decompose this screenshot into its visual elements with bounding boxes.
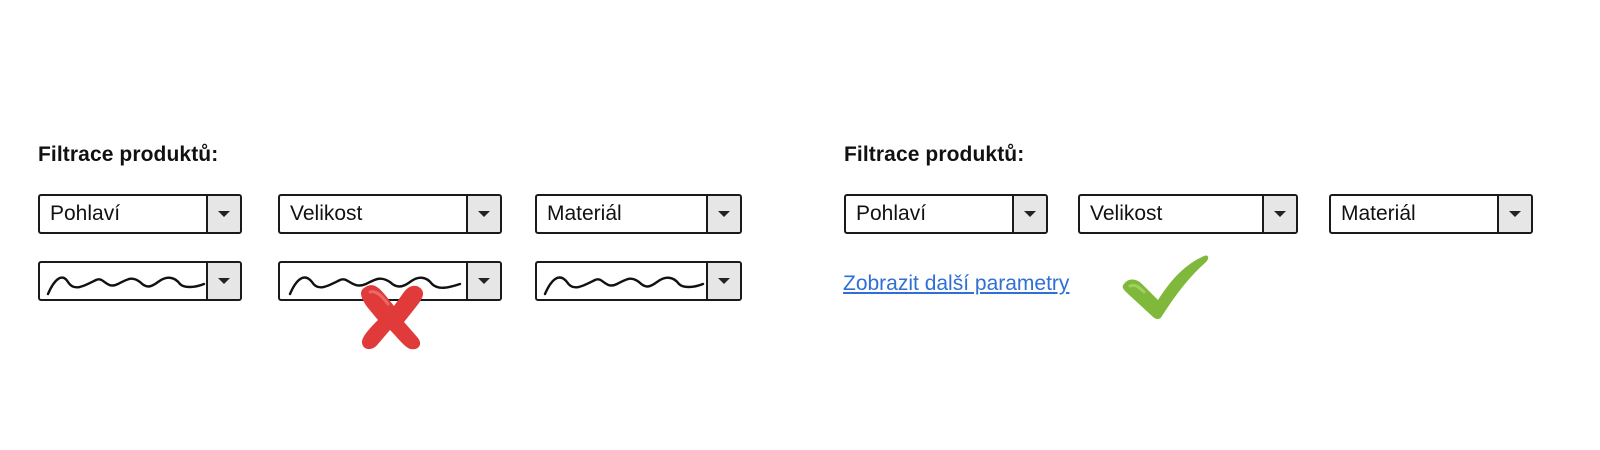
good-example-panel: Filtrace produktů: Pohlaví Velikost Mate… xyxy=(822,0,1600,450)
dropdown-arrow-icon[interactable] xyxy=(466,196,500,232)
dropdown-arrow-icon[interactable] xyxy=(466,263,500,299)
material-select[interactable]: Materiál xyxy=(535,194,742,234)
bad-example-panel: Filtrace produktů: Pohlaví Velikost Mate… xyxy=(16,0,816,450)
select-label: Materiál xyxy=(547,202,622,225)
green-checkmark-icon xyxy=(1122,255,1209,319)
material-select[interactable]: Materiál xyxy=(1329,194,1533,234)
select-label: Pohlaví xyxy=(50,202,121,225)
filter-heading: Filtrace produktů: xyxy=(38,143,219,166)
red-x-icon xyxy=(361,285,424,350)
gender-select[interactable]: Pohlaví xyxy=(844,194,1048,234)
gender-select[interactable]: Pohlaví xyxy=(38,194,242,234)
size-select[interactable]: Velikost xyxy=(1078,194,1298,234)
select-label: Velikost xyxy=(1090,202,1163,225)
dropdown-arrow-icon[interactable] xyxy=(706,196,740,232)
select-label: Materiál xyxy=(1341,202,1416,225)
dropdown-arrow-icon[interactable] xyxy=(1012,196,1046,232)
size-select[interactable]: Velikost xyxy=(278,194,502,234)
dropdown-arrow-icon[interactable] xyxy=(706,263,740,299)
filter-heading: Filtrace produktů: xyxy=(844,143,1025,166)
dropdown-arrow-icon[interactable] xyxy=(206,196,240,232)
dropdown-arrow-icon[interactable] xyxy=(1262,196,1296,232)
dropdown-arrow-icon[interactable] xyxy=(1497,196,1531,232)
dropdown-arrow-icon[interactable] xyxy=(206,263,240,299)
select-label: Velikost xyxy=(290,202,363,225)
show-more-parameters-link[interactable]: Zobrazit další parametry xyxy=(843,272,1069,296)
scribble-placeholder-icon xyxy=(543,276,705,296)
scribble-placeholder-icon xyxy=(46,276,206,296)
select-label: Pohlaví xyxy=(856,202,927,225)
illegible-select[interactable] xyxy=(535,261,742,301)
illegible-select[interactable] xyxy=(38,261,242,301)
